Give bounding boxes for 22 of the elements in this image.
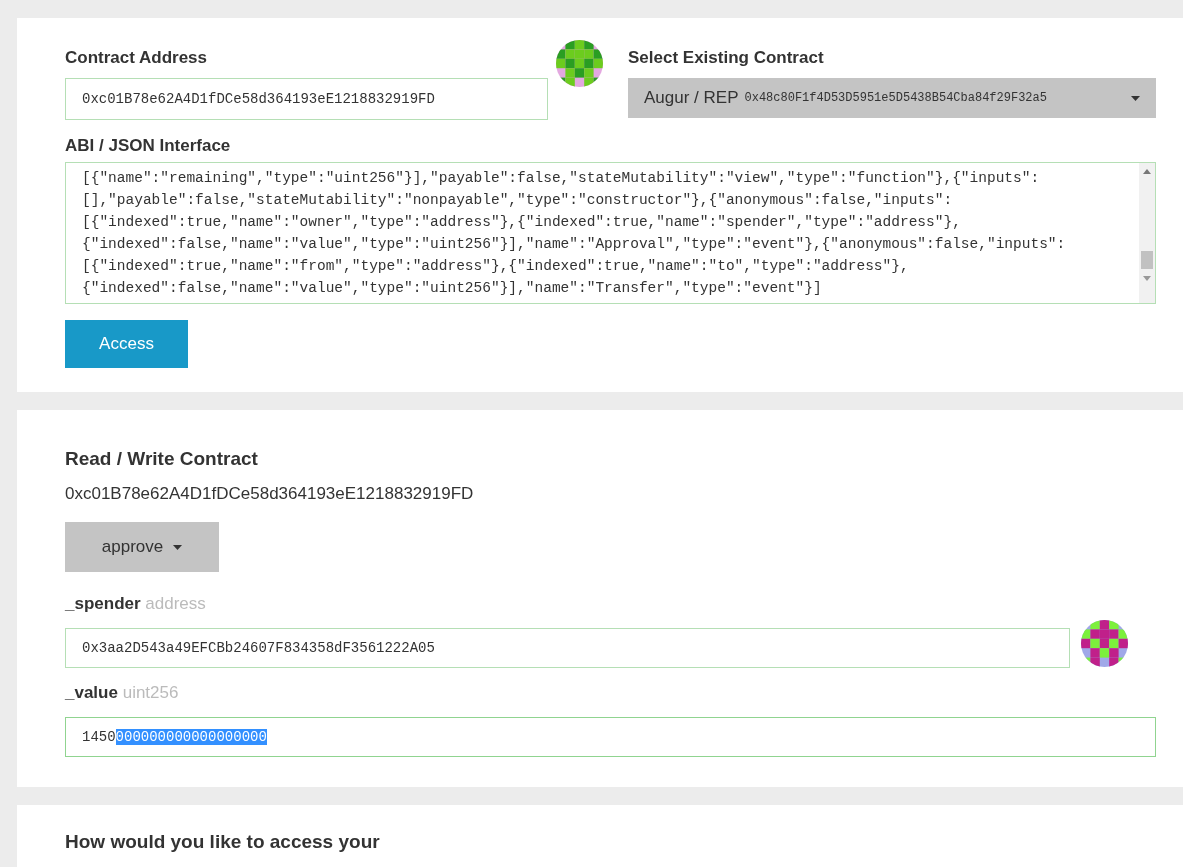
caret-icon bbox=[1131, 95, 1140, 101]
section-title: Read / Write Contract bbox=[65, 448, 259, 470]
param-input[interactable]: 1450000000000000000000 bbox=[65, 717, 1156, 757]
contract-select[interactable]: Augur / REP 0x48c80F1f4D53D5951e5D5438B54Cba84f29F32a5 bbox=[628, 78, 1156, 118]
param-label: _spender address bbox=[65, 594, 207, 614]
abi-textarea[interactable]: [{"name":"remaining","type":"uint256"}],"payable":false,"stateMutability":"view","type":"function"},{"inputs": [],"payable":false,"stateMutability":"nonpayable","type":"constructor"},{"anonymous":false,"inputs": [{"indexed":true,"name":"owner","type":"address"},{"indexed":true,"name":"spender","type":"address"}, {"indexed":false,"name":"value","type":"uint256"}],"name":"Approval","type":"event"},{"anonymous":false,"inputs": [{"indexed":true,"name":"from","type":"address"},{"indexed":true,"name":"to","type":"address"}, {"indexed":false,"name":"value","type":"uint256"}],"name":"Transfer","type":"event"}] bbox=[65, 162, 1156, 304]
field-label: Select Existing Contract bbox=[628, 48, 825, 68]
field-label: Contract Address bbox=[65, 48, 208, 68]
field-label: ABI / JSON Interface bbox=[65, 136, 232, 156]
scroll-up-arrow-icon[interactable] bbox=[1143, 169, 1151, 174]
identicon-drawing bbox=[1081, 620, 1128, 667]
contract-address: 0xc01B78e62A4D1fDCe58d364193eE1218832919FD bbox=[65, 484, 475, 504]
scrollbar-thumb[interactable] bbox=[1141, 251, 1153, 269]
scroll-down-arrow-icon[interactable] bbox=[1143, 276, 1151, 281]
function-dropdown[interactable]: approve bbox=[65, 522, 219, 572]
caret-icon bbox=[173, 544, 183, 550]
param-input[interactable]: 0x3aa2D543a49EFCBb24607F834358dF3561222A05 bbox=[65, 628, 1070, 668]
section-title: How would you like to access your bbox=[65, 831, 381, 853]
identicon-drawing bbox=[556, 40, 603, 87]
param-label: _value uint256 bbox=[65, 683, 180, 703]
contract-address-field[interactable]: 0xc01B78e62A4D1fDCe58d364193eE1218832919FD bbox=[65, 78, 548, 120]
scrollbar[interactable] bbox=[1139, 163, 1155, 303]
